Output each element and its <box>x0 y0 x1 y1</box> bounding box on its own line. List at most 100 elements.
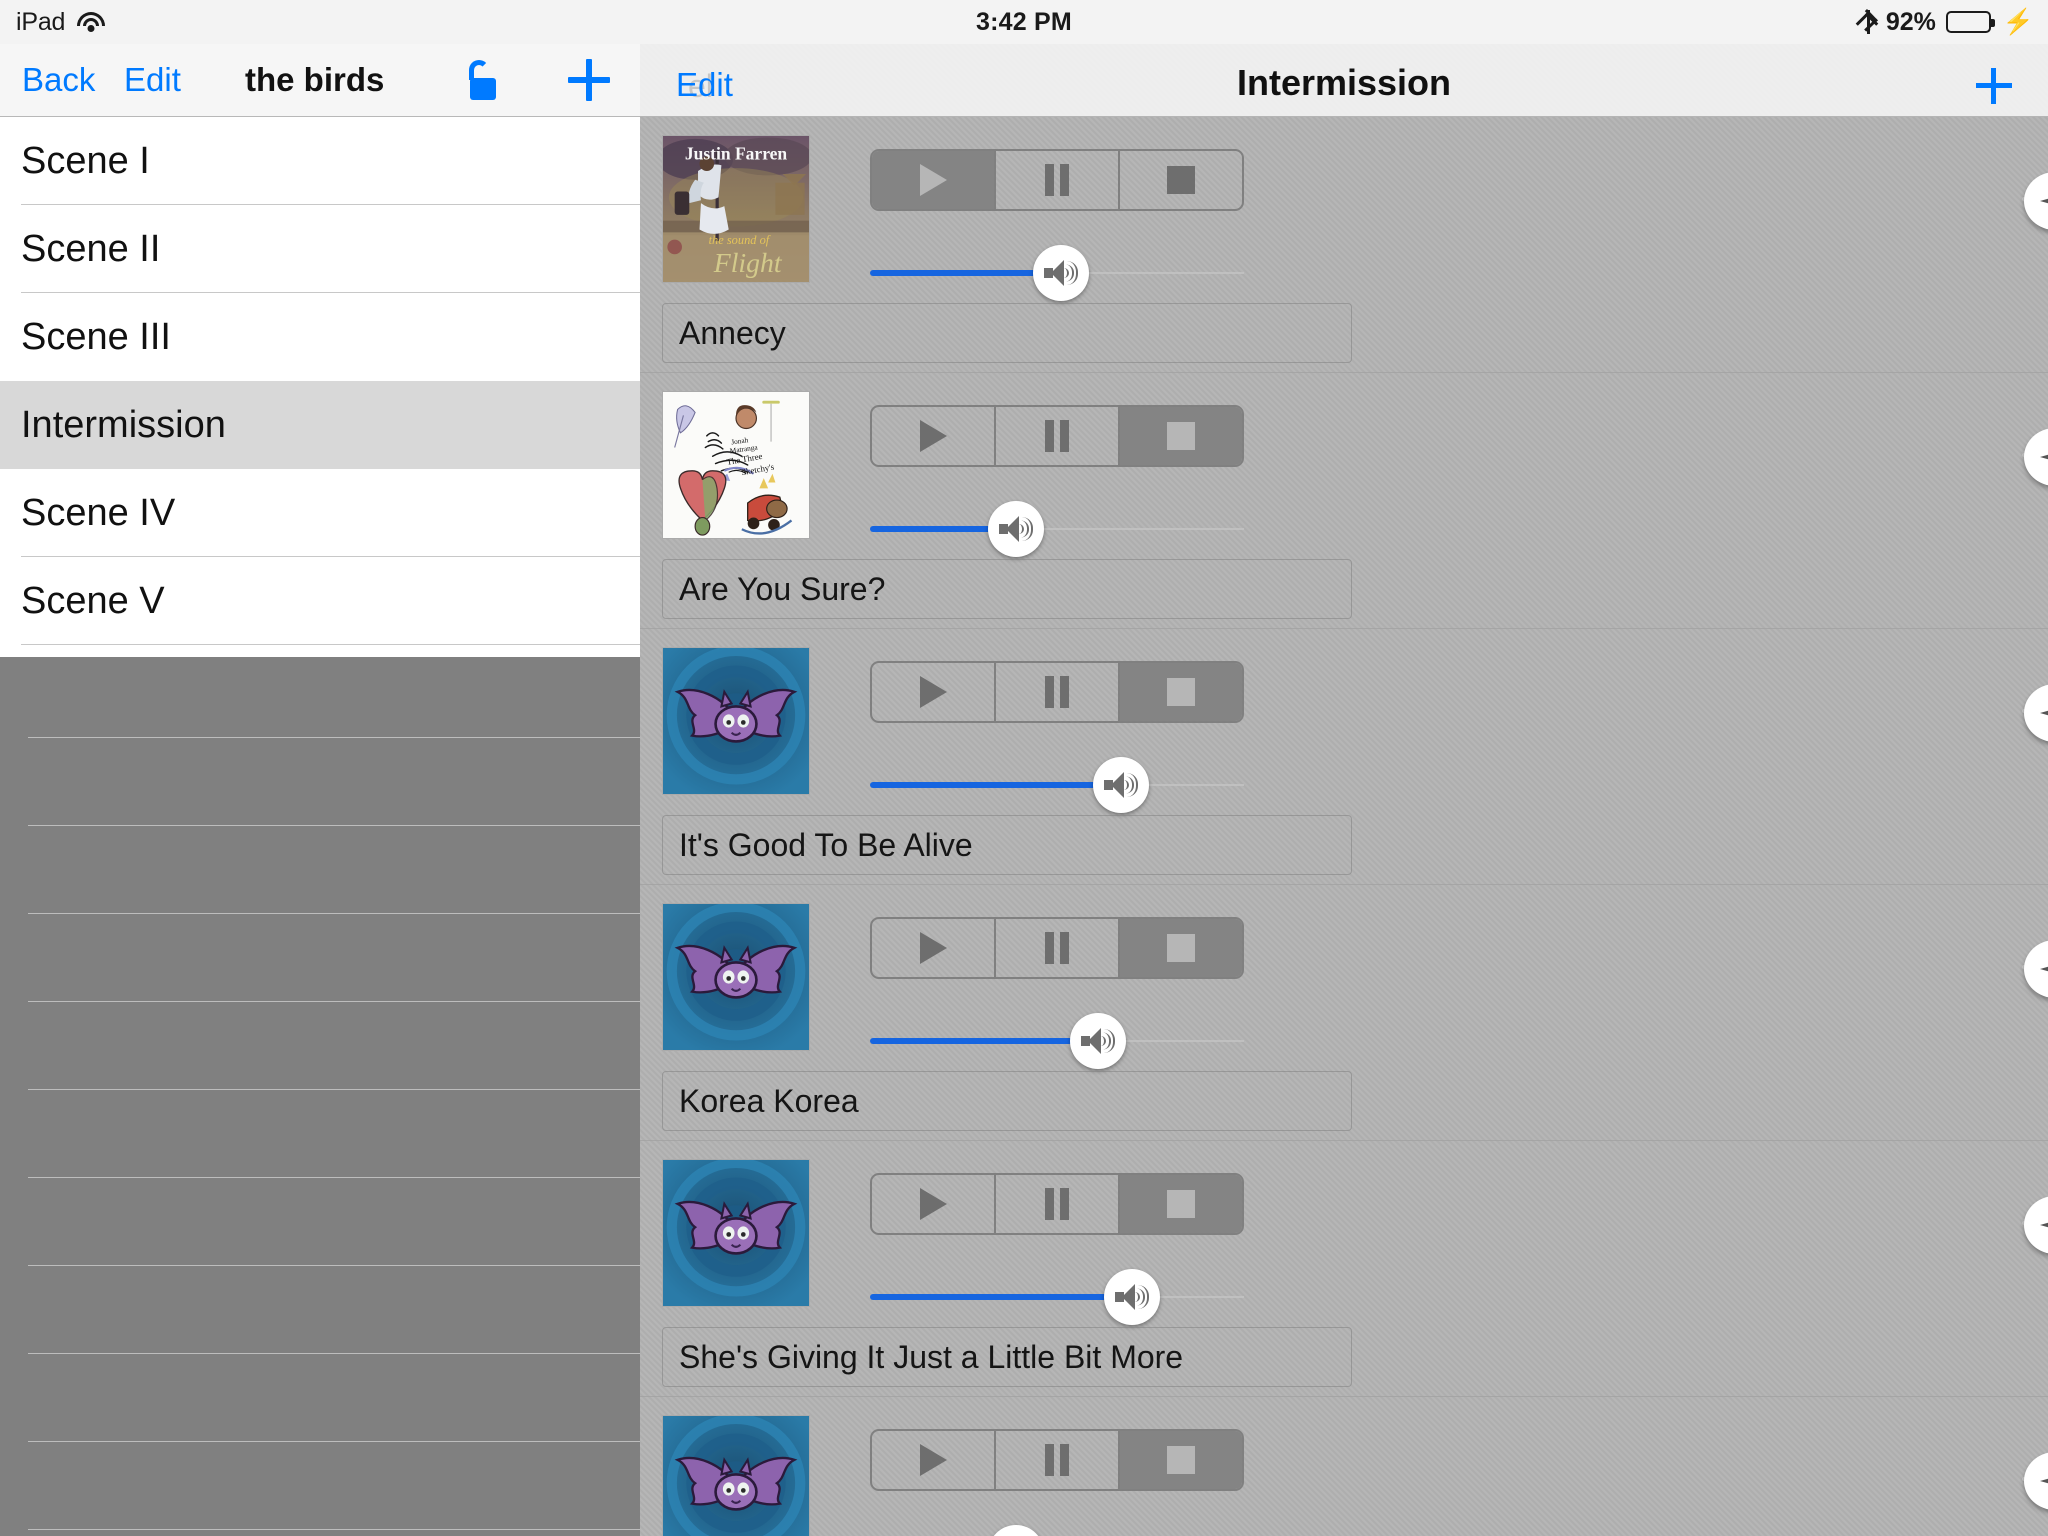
album-artwork[interactable] <box>662 1159 810 1307</box>
volume-slider-thumb[interactable] <box>988 1525 1044 1536</box>
sidebar-add-button[interactable] <box>568 59 610 101</box>
range-start-thumb[interactable] <box>2024 684 2048 742</box>
range-start-thumb[interactable] <box>2024 1452 2048 1510</box>
trim-range-slider[interactable]: 03:313:31 <box>2012 1397 2048 1517</box>
track-name-field[interactable]: Korea Korea <box>662 1071 1352 1131</box>
stop-icon <box>1167 1190 1195 1218</box>
track-name-value: Korea Korea <box>679 1082 859 1119</box>
volume-slider-thumb[interactable] <box>1104 1269 1160 1325</box>
sidebar-panel: Back Edit the birds Scene I Scene II Sce… <box>0 0 640 1536</box>
sidebar-item-scene-1[interactable]: Scene I <box>0 117 640 205</box>
battery-icon <box>1945 11 1995 33</box>
sidebar-item-scene-5[interactable]: Scene V <box>0 557 640 645</box>
track-name-value: Are You Sure? <box>679 570 886 607</box>
svg-text:Flight: Flight <box>713 248 783 279</box>
transport-control[interactable] <box>870 917 1244 979</box>
volume-slider[interactable] <box>870 757 1244 813</box>
track-name-value: It's Good To Be Alive <box>679 826 973 863</box>
trim-range-slider[interactable]: 04:034:03 <box>2012 1141 2048 1261</box>
trim-range-slider[interactable]: 03:293:29 <box>2012 885 2048 1005</box>
sidebar-item-scene-2[interactable]: Scene II <box>0 205 640 293</box>
album-artwork[interactable] <box>662 903 810 1051</box>
pause-button[interactable] <box>996 919 1120 977</box>
transport-control[interactable] <box>870 405 1244 467</box>
transport-control[interactable] <box>870 661 1244 723</box>
range-start-thumb[interactable] <box>2024 940 2048 998</box>
track-row: Jonah Matranga The Three Sketchy's Are Y… <box>640 373 2048 629</box>
stop-button[interactable] <box>1120 663 1242 721</box>
play-button[interactable] <box>872 919 996 977</box>
play-icon <box>919 1188 947 1220</box>
status-clock: 3:42 PM <box>976 7 1072 36</box>
range-start-thumb[interactable] <box>2024 428 2048 486</box>
stop-button[interactable] <box>1120 1431 1242 1489</box>
diamond-star-icon <box>2040 952 2048 986</box>
album-artwork[interactable] <box>662 647 810 795</box>
pause-button[interactable] <box>996 1175 1120 1233</box>
range-start-thumb[interactable] <box>2024 1196 2048 1254</box>
back-button[interactable]: Back <box>22 61 95 99</box>
album-artwork[interactable] <box>662 1415 810 1536</box>
pause-button[interactable] <box>996 151 1120 209</box>
diamond-star-icon <box>2040 1208 2048 1242</box>
stop-button[interactable] <box>1120 407 1242 465</box>
volume-slider[interactable] <box>870 1013 1244 1069</box>
detail-panel: Justin Farren the sound of Flight Annecy… <box>640 0 2048 1536</box>
track-list: Justin Farren the sound of Flight Annecy… <box>640 117 2048 1536</box>
page-title: Intermission <box>1236 62 1452 103</box>
transport-control[interactable] <box>870 1173 1244 1235</box>
track-name-field[interactable]: She's Giving It Just a Little Bit More <box>662 1327 1352 1387</box>
volume-slider-thumb[interactable] <box>1070 1013 1126 1069</box>
sidebar-item-scene-4[interactable]: Scene IV <box>0 469 640 557</box>
status-right: 92% ⚡ <box>1860 8 2034 37</box>
pause-button[interactable] <box>996 407 1120 465</box>
range-start-thumb[interactable] <box>2024 172 2048 230</box>
play-button[interactable] <box>872 663 996 721</box>
detail-add-button[interactable] <box>1976 68 2012 104</box>
volume-slider[interactable] <box>870 1269 1244 1325</box>
trim-range-slider[interactable]: 03:113:18 <box>2012 117 2048 237</box>
speaker-volume-icon <box>1104 772 1138 798</box>
volume-slider-thumb[interactable] <box>988 501 1044 557</box>
volume-slider-thumb[interactable] <box>1033 245 1089 301</box>
album-artwork[interactable]: Jonah Matranga The Three Sketchy's <box>662 391 810 539</box>
track-name-field[interactable]: Are You Sure? <box>662 559 1352 619</box>
stop-button[interactable] <box>1120 151 1242 209</box>
track-name-field[interactable]: It's Good To Be Alive <box>662 815 1352 875</box>
play-button[interactable] <box>872 407 996 465</box>
sidebar-item-label: Scene III <box>21 315 171 358</box>
track-name-field[interactable]: Annecy <box>662 303 1352 363</box>
track-row: She's Giving It Just a Little Bit More 04… <box>640 1141 2048 1397</box>
sidebar-item-label: Scene V <box>21 579 165 622</box>
speaker-volume-icon <box>999 516 1033 542</box>
album-artwork[interactable]: Justin Farren the sound of Flight <box>662 135 810 283</box>
unlock-button[interactable] <box>466 60 498 100</box>
diamond-star-icon <box>2040 184 2048 218</box>
pause-button[interactable] <box>996 663 1120 721</box>
stop-button[interactable] <box>1120 1175 1242 1233</box>
sidebar-edit-button[interactable]: Edit <box>124 61 181 99</box>
volume-slider[interactable] <box>870 1525 1244 1536</box>
bluetooth-icon <box>1860 9 1876 35</box>
volume-slider[interactable] <box>870 245 1244 301</box>
sidebar-item-scene-3[interactable]: Scene III <box>0 293 640 381</box>
pause-button[interactable] <box>996 1431 1120 1489</box>
track-row: Justin Farren the sound of Flight Annecy… <box>640 117 2048 373</box>
volume-slider[interactable] <box>870 501 1244 557</box>
stop-icon <box>1167 1446 1195 1474</box>
pause-icon <box>1044 1444 1070 1476</box>
play-button[interactable] <box>872 1175 996 1233</box>
sidebar-item-intermission[interactable]: Intermission <box>0 381 640 469</box>
diamond-star-icon <box>2040 696 2048 730</box>
transport-control[interactable] <box>870 1429 1244 1491</box>
track-row: 03:313:31RollLoop <box>640 1397 2048 1536</box>
charging-bolt-icon: ⚡ <box>2002 7 2034 36</box>
stop-button[interactable] <box>1120 919 1242 977</box>
trim-range-slider[interactable]: 05:305:30 <box>2012 373 2048 493</box>
trim-range-slider[interactable]: 04:334:33 <box>2012 629 2048 749</box>
transport-control[interactable] <box>870 149 1244 211</box>
track-row: It's Good To Be Alive04:334:33RollLoop <box>640 629 2048 885</box>
play-button[interactable] <box>872 151 996 209</box>
volume-slider-thumb[interactable] <box>1093 757 1149 813</box>
play-button[interactable] <box>872 1431 996 1489</box>
